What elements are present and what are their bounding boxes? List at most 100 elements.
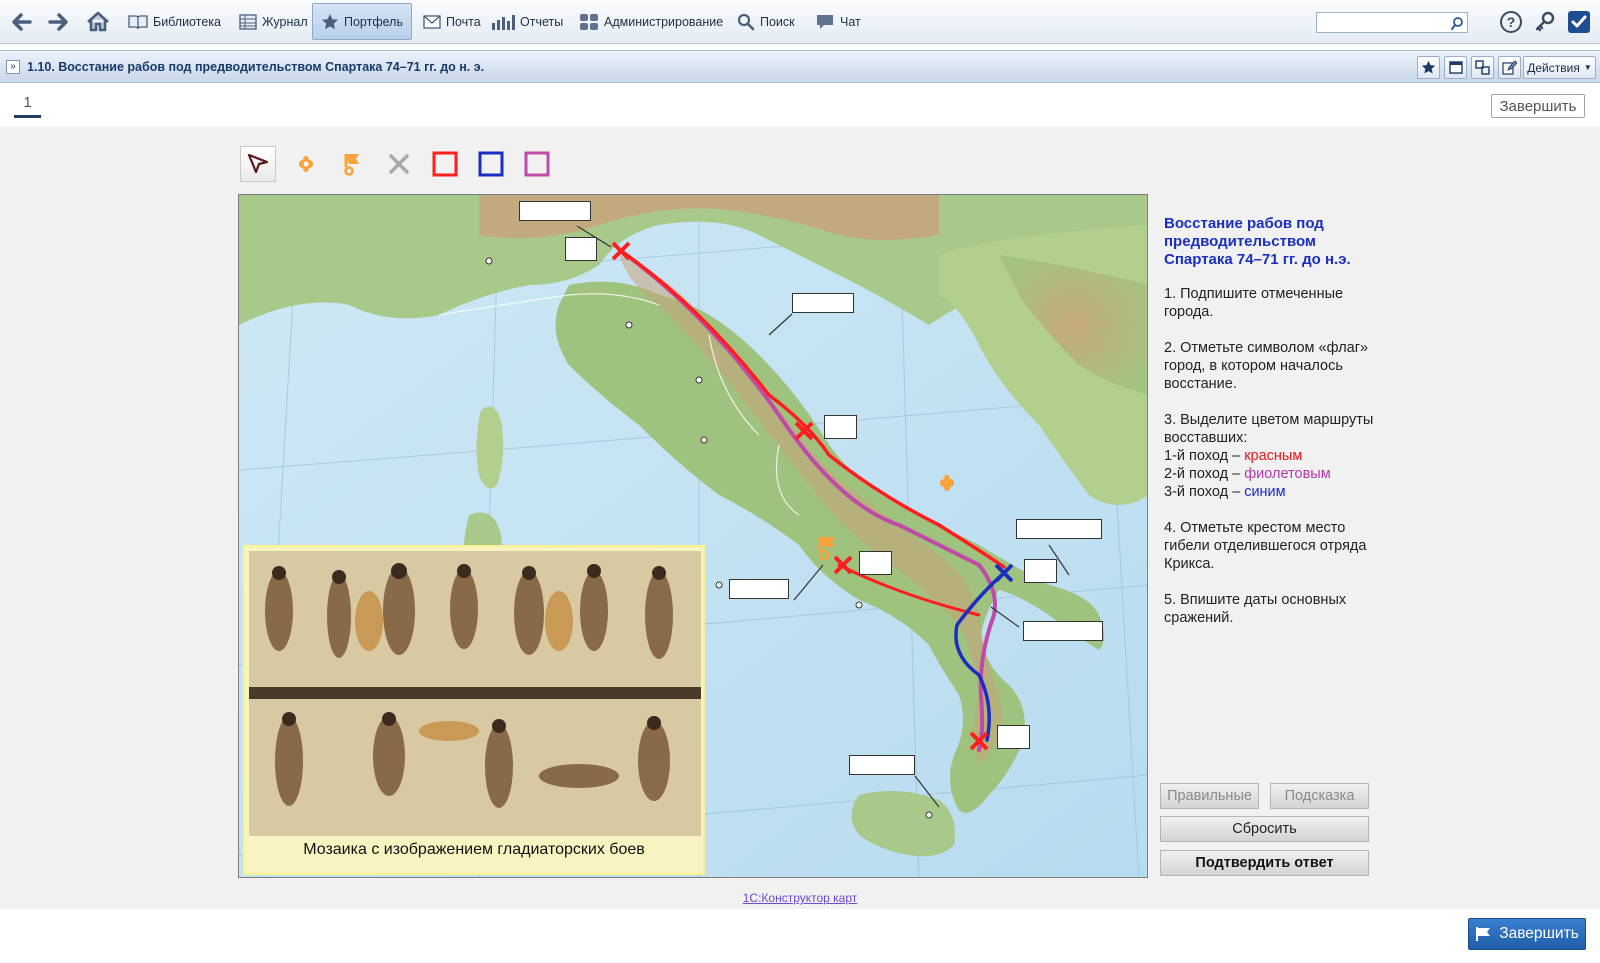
search-button[interactable]: [1447, 12, 1467, 33]
finish-button-bottom[interactable]: Завершить: [1468, 918, 1586, 950]
nav-reports[interactable]: Отчеты: [488, 3, 566, 40]
task-step-2: 2. Отметьте символом «флаг» город, в кот…: [1164, 340, 1369, 392]
marker-tool[interactable]: [288, 146, 324, 182]
task-panel: Восстание рабов под предводительством Сп…: [1164, 215, 1379, 645]
nav-chat[interactable]: Чат: [812, 3, 864, 40]
city-label-field[interactable]: [849, 755, 915, 775]
red-route-tool[interactable]: [427, 146, 463, 182]
date-label-field[interactable]: [565, 237, 597, 261]
city-label-field[interactable]: [729, 579, 789, 599]
map-constructor-link[interactable]: 1С:Конструктор карт: [0, 891, 1600, 905]
city-label-field[interactable]: [1016, 519, 1102, 539]
journal-icon: [239, 13, 257, 30]
finish-label: Завершить: [1499, 925, 1579, 942]
nav-label: Портфель: [344, 14, 403, 29]
checkmark-icon[interactable]: [1567, 10, 1591, 34]
gray-cross-icon: [389, 154, 409, 174]
nav-label: Чат: [840, 14, 861, 29]
nav-search[interactable]: Поиск: [734, 3, 798, 40]
task-step-3: 3. Выделите цветом маршруты восставших: …: [1164, 411, 1379, 501]
flag-tool[interactable]: [334, 146, 370, 182]
orange-marker-icon: [299, 156, 313, 172]
nav-label: Почта: [446, 14, 481, 29]
gladiator-mosaic-image: [249, 551, 701, 836]
route-2-prefix: 2-й поход –: [1164, 466, 1245, 482]
document-title: 1.10. Восстание рабов под предводительст…: [27, 60, 485, 74]
nav-label: Журнал: [262, 14, 308, 29]
orange-flag-icon: [344, 154, 359, 176]
search-icon: [737, 13, 755, 30]
pointer-arrow-icon: [247, 153, 269, 174]
date-label-field[interactable]: [997, 725, 1030, 749]
nav-label: Поиск: [760, 14, 795, 29]
home-icon[interactable]: [84, 8, 112, 36]
forward-arrow-icon[interactable]: [44, 8, 72, 36]
page-tab-1[interactable]: 1: [14, 94, 41, 118]
date-label-field[interactable]: [859, 551, 892, 575]
violet-square-icon: [524, 151, 550, 177]
chevron-down-icon: ▼: [1583, 63, 1592, 72]
window-icon: [1448, 61, 1463, 74]
city-label-field[interactable]: [1023, 621, 1103, 641]
nav-portfolio[interactable]: Портфель: [312, 3, 412, 40]
task-step-5: 5. Впишите даты основных сражений.: [1164, 592, 1347, 626]
nav-label: Администрирование: [604, 14, 724, 29]
edit-icon: [1502, 60, 1517, 75]
nav-library[interactable]: Библиотека: [125, 3, 224, 40]
date-label-field[interactable]: [1024, 559, 1057, 583]
red-square-icon: [432, 151, 458, 177]
nav-label: Отчеты: [520, 14, 564, 29]
star-icon: [322, 13, 338, 29]
search-icon: [1451, 16, 1463, 30]
route-2-color: фиолетовым: [1244, 466, 1331, 482]
blue-square-icon: [478, 151, 504, 177]
mail-icon: [423, 14, 441, 29]
chart-icon: [492, 14, 515, 30]
settings-key-icon[interactable]: [1533, 10, 1557, 34]
city-label-field[interactable]: [519, 201, 591, 221]
finish-button-top[interactable]: Завершить: [1491, 94, 1585, 118]
nav-administration[interactable]: Администрирование: [576, 3, 726, 40]
mosaic-inset: Мозаика с изображением гладиаторских бое…: [243, 545, 705, 875]
link-icon: [1475, 60, 1490, 75]
star-icon: [1421, 60, 1436, 74]
route-3-color: синим: [1244, 484, 1286, 500]
nav-mail[interactable]: Почта: [420, 3, 484, 40]
task-title: Восстание рабов под предводительством Сп…: [1164, 215, 1351, 268]
reset-button[interactable]: Сбросить: [1160, 816, 1369, 842]
violet-route-tool[interactable]: [519, 146, 555, 182]
blue-route-tool[interactable]: [473, 146, 509, 182]
top-navigation: Библиотека Журнал Портфель Почта Отчеты …: [0, 0, 1600, 44]
expand-icon[interactable]: »: [6, 60, 20, 74]
route-3-prefix: 3-й поход –: [1164, 484, 1245, 500]
mosaic-caption: Мозаика с изображением гладиаторских бое…: [303, 841, 645, 858]
task-step-3-intro: 3. Выделите цветом маршруты восставших:: [1164, 412, 1374, 446]
task-step-1: 1. Подпишите отмеченные города.: [1164, 286, 1344, 320]
favorite-button[interactable]: [1417, 56, 1440, 79]
delete-tool[interactable]: [381, 146, 417, 182]
svg-text:?: ?: [1507, 14, 1516, 30]
map-canvas[interactable]: Мозаика с изображением гладиаторских бое…: [238, 194, 1148, 878]
document-title-bar: » 1.10. Восстание рабов под предводитель…: [0, 50, 1600, 83]
show-correct-button[interactable]: Правильные: [1160, 783, 1259, 809]
back-arrow-icon[interactable]: [8, 8, 36, 36]
global-search-input[interactable]: [1316, 12, 1468, 33]
pointer-tool[interactable]: [240, 146, 276, 182]
date-label-field[interactable]: [824, 415, 857, 439]
nav-label: Библиотека: [153, 14, 221, 29]
nav-journal[interactable]: Журнал: [236, 3, 311, 40]
city-label-field[interactable]: [792, 293, 854, 313]
users-icon: [580, 13, 598, 30]
chat-icon: [817, 14, 833, 29]
submit-answer-button[interactable]: Подтвердить ответ: [1160, 850, 1369, 876]
task-step-4: 4. Отметьте крестом место гибели отделив…: [1164, 520, 1367, 572]
route-1-color: красным: [1244, 448, 1303, 464]
edit-button[interactable]: [1498, 56, 1521, 79]
actions-dropdown[interactable]: Действия ▼: [1523, 56, 1596, 79]
finish-flag-icon: [1476, 927, 1491, 941]
hint-button[interactable]: Подсказка: [1270, 783, 1369, 809]
window-button[interactable]: [1444, 56, 1467, 79]
book-icon: [128, 14, 148, 29]
help-icon[interactable]: ?: [1499, 10, 1523, 34]
link-button[interactable]: [1471, 56, 1494, 79]
